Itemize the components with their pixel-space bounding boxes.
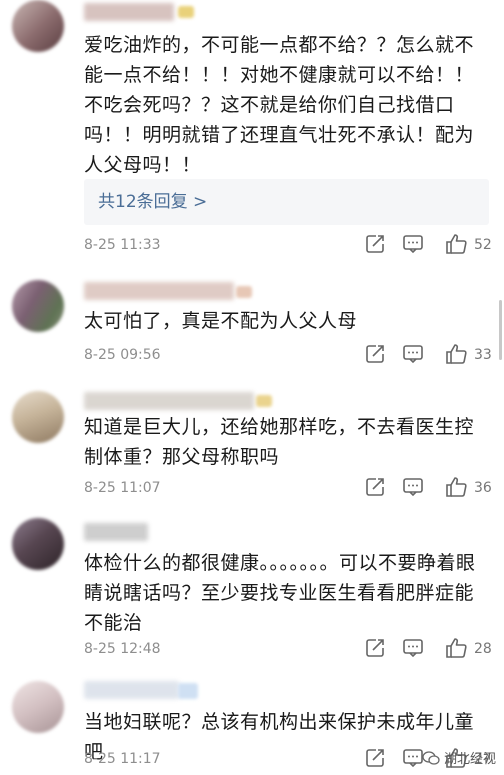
- comment-body: 太可怕了，真是不配为人父人母: [84, 310, 358, 332]
- like-icon[interactable]: [445, 233, 467, 255]
- comment-icon[interactable]: [402, 343, 424, 365]
- avatar[interactable]: [12, 518, 64, 570]
- share-icon[interactable]: [364, 747, 386, 769]
- username[interactable]: [84, 282, 234, 300]
- comment-meta: 8-25 12:48 28: [84, 637, 494, 661]
- user-badge-icon: [178, 683, 198, 699]
- avatar[interactable]: [12, 681, 64, 733]
- username[interactable]: [84, 392, 254, 410]
- avatar[interactable]: [12, 280, 64, 332]
- chat-logo-icon: [422, 750, 440, 765]
- user-badge-icon: [178, 6, 194, 18]
- like-icon[interactable]: [445, 476, 467, 498]
- comment-icon[interactable]: [402, 747, 424, 769]
- comment-time: 8-25 09:56: [84, 347, 161, 363]
- comment-icon[interactable]: [402, 637, 424, 659]
- like-count: 28: [474, 641, 492, 657]
- username[interactable]: [84, 523, 148, 541]
- share-icon[interactable]: [364, 233, 386, 255]
- like-count: 52: [474, 237, 492, 253]
- comment-body: 知道是巨大儿，还给她那样吃，不去看医生控制体重？那父母称职吗: [84, 416, 475, 468]
- comment-time: 8-25 11:07: [84, 480, 161, 496]
- share-icon[interactable]: [364, 476, 386, 498]
- comment-icon[interactable]: [402, 476, 424, 498]
- watermark-text: 湖北经视: [443, 752, 496, 767]
- comment-body: 体检什么的都很健康。。。。。。。可以不要睁着眼睛说瞎话吗？至少要找专业医生看看肥…: [84, 552, 476, 634]
- comment-time: 8-25 11:17: [84, 751, 161, 767]
- username[interactable]: [84, 681, 179, 699]
- comment-icon[interactable]: [402, 233, 424, 255]
- comment-time: 8-25 11:33: [84, 237, 161, 253]
- share-icon[interactable]: [364, 343, 386, 365]
- comment-meta: 8-25 11:33 52: [84, 233, 494, 257]
- like-icon[interactable]: [445, 343, 467, 365]
- comment-body: 爱吃油炸的，不可能一点都不给？？怎么就不能一点不给！！！对她不健康就可以不给！！…: [84, 34, 475, 176]
- avatar[interactable]: [12, 0, 64, 52]
- watermark: 湖北经视: [422, 748, 496, 767]
- comment-meta: 8-25 09:56 33: [84, 343, 494, 367]
- scrollbar[interactable]: [499, 300, 502, 360]
- like-icon[interactable]: [445, 637, 467, 659]
- username[interactable]: [84, 3, 174, 21]
- like-count: 33: [474, 347, 492, 363]
- user-badge-icon: [236, 286, 252, 298]
- avatar[interactable]: [12, 391, 64, 443]
- comment-meta: 8-25 11:07 36: [84, 476, 494, 500]
- view-replies-button[interactable]: 共12条回复 >: [84, 179, 489, 225]
- share-icon[interactable]: [364, 637, 386, 659]
- comment-time: 8-25 12:48: [84, 641, 161, 657]
- like-count: 36: [474, 480, 492, 496]
- user-badge-icon: [256, 395, 272, 407]
